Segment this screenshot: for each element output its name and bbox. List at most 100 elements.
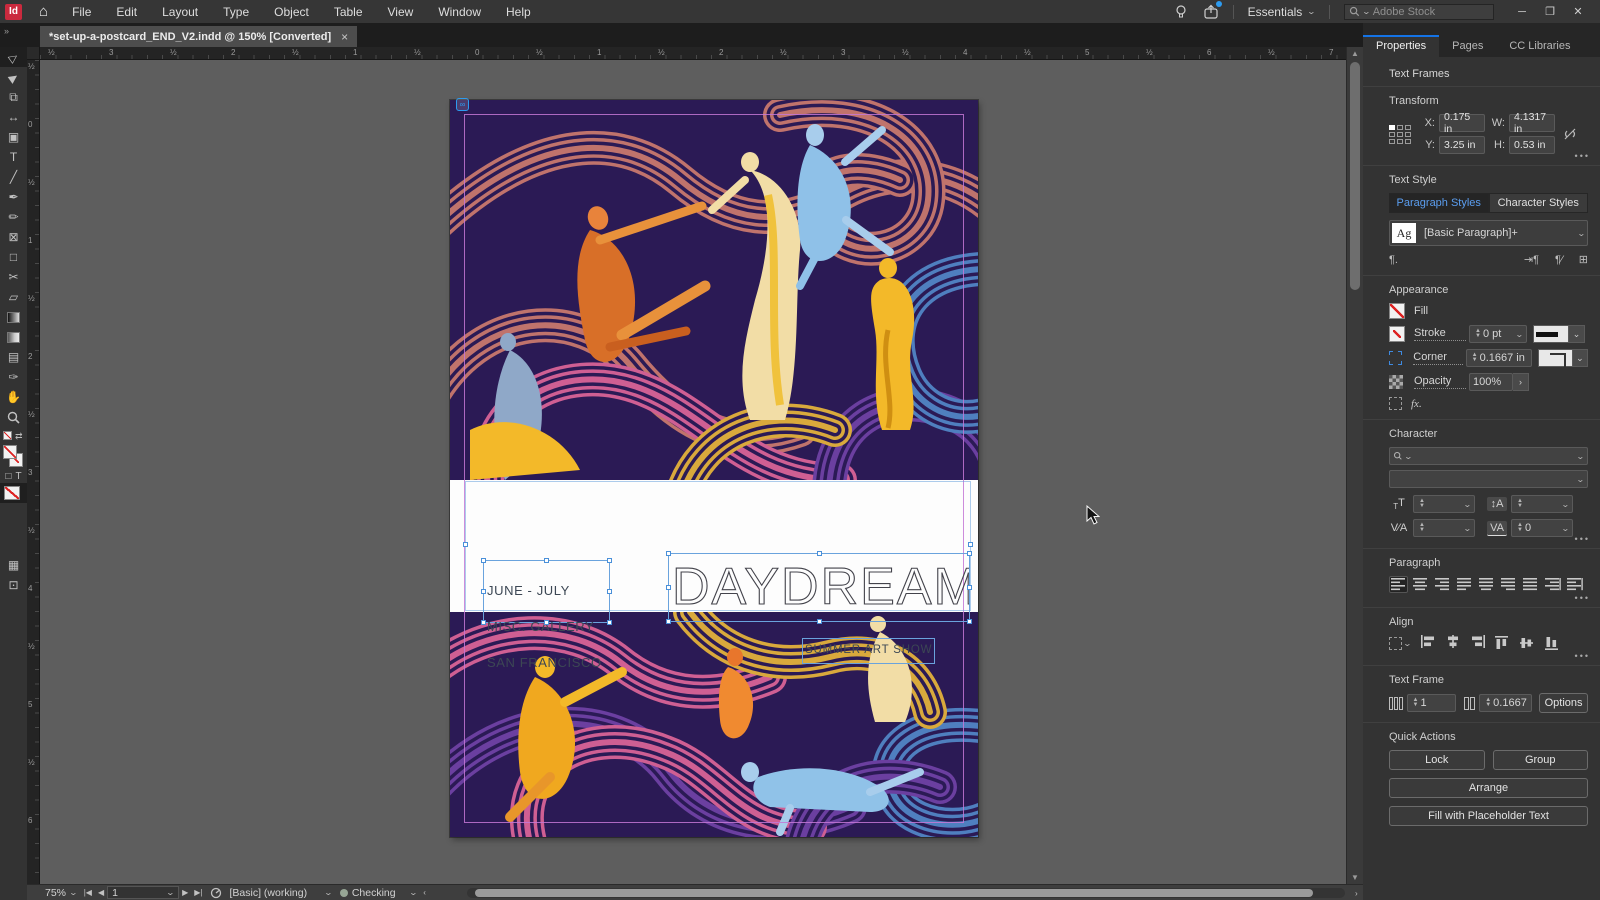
postcard-page[interactable] [450,100,978,837]
character-more-options[interactable]: ••• [1575,534,1590,544]
align-horizontal-centers-icon[interactable] [1445,635,1461,651]
canvas-pasteboard[interactable]: JUNE - JULY MISC. GALLERY SAN FRANCISCO … [40,60,1346,884]
opacity-expand-arrow[interactable]: › [1513,373,1529,391]
gutter-field[interactable]: ▲ ▼ 0.1667 [1479,694,1533,712]
restore-button[interactable]: ❐ [1536,0,1564,23]
transform-more-options[interactable]: ••• [1575,151,1590,161]
justify-last-right-icon[interactable] [1499,576,1518,593]
indesign-logo[interactable]: Id [5,3,22,20]
new-style-icon[interactable]: ⊞ [1579,253,1588,266]
document-tab[interactable]: *set-up-a-postcard_END_V2.indd @ 150% [C… [40,26,358,47]
vertical-ruler[interactable]: ½ 0 ½ 1 ½ 2 ½ 3 ½ 4 ½ 5 ½ 6 [27,60,40,900]
align-center-icon[interactable] [1411,576,1430,593]
vertical-scrollbar[interactable]: ▲ ▼ [1346,47,1363,884]
view-options-icon[interactable]: ▦ [0,555,27,575]
ruler-origin-corner[interactable] [27,47,40,60]
object-effects-icon[interactable] [1389,397,1402,410]
menu-view[interactable]: View [388,5,414,19]
fill-swatch[interactable] [1389,303,1405,319]
justify-all-icon[interactable] [1521,576,1540,593]
formatting-affects-text-icon[interactable]: T [15,471,21,482]
align-more-options[interactable]: ••• [1575,651,1590,661]
w-field[interactable]: 4.1317 in [1509,111,1555,135]
gradient-swatch-tool-icon[interactable] [0,307,27,327]
previous-page-button[interactable]: ◀ [95,888,107,897]
tab-properties[interactable]: Properties [1363,35,1440,57]
zoom-tool-icon[interactable] [0,407,27,427]
h-field[interactable]: 0.53 in [1509,136,1555,154]
page-tool-icon[interactable]: ⧉ [0,87,27,107]
menu-edit[interactable]: Edit [116,5,137,19]
align-right-icon[interactable] [1433,576,1452,593]
opacity-field[interactable]: 100% [1469,373,1513,391]
align-vertical-centers-icon[interactable] [1519,635,1536,651]
fill-color-swatch[interactable] [3,445,17,459]
first-page-button[interactable]: |◀ [81,888,95,897]
tab-close-icon[interactable]: × [341,30,348,44]
arrange-button[interactable]: Arrange [1389,778,1588,798]
font-size-field[interactable]: ▲ ▼ ⌄ [1413,495,1475,513]
scroll-right-icon[interactable]: › [1352,889,1361,898]
lock-button[interactable]: Lock [1389,750,1485,770]
justify-last-left-icon[interactable] [1455,576,1474,593]
tab-cc-libraries[interactable]: CC Libraries [1496,35,1583,57]
screen-mode-icon[interactable]: ⊡ [0,575,27,595]
text-frame-options-button[interactable]: Options [1539,693,1588,713]
page-number-field[interactable]: 1 ⌄ [107,886,180,899]
paragraph-more-options[interactable]: ••• [1575,593,1590,603]
subtitle-text-frame[interactable]: SUMMER ART SHOW [802,638,935,664]
workspace-switcher[interactable]: Essentials ⌄ [1248,5,1317,19]
align-top-edges-icon[interactable] [1494,635,1511,651]
menu-table[interactable]: Table [334,5,363,19]
corner-style-chevron[interactable]: ⌄ [1572,349,1588,367]
default-fill-stroke-icon[interactable] [3,431,12,440]
type-tool-icon[interactable]: T [0,147,27,167]
dates-text-frame[interactable]: JUNE - JULY MISC. GALLERY SAN FRANCISCO [481,558,612,670]
panel-expand-icon[interactable]: » [4,26,9,36]
pencil-tool-icon[interactable]: ✏ [0,207,27,227]
formatting-affects-container-icon[interactable]: □ [5,471,11,482]
search-scope-chevron[interactable]: ⌄ [1362,7,1371,16]
stroke-swatch[interactable] [1389,326,1405,342]
justify-last-center-icon[interactable] [1477,576,1496,593]
apply-none-swatch[interactable] [4,486,20,500]
stroke-weight-field[interactable]: ▲ ▼ 0 pt ⌄ [1469,325,1527,343]
columns-field[interactable]: ▲ ▼ 1 [1406,694,1456,712]
scroll-down-icon[interactable]: ▼ [1351,873,1359,882]
title-text-frame[interactable]: DAYDREAM [666,551,972,624]
pen-tool-icon[interactable]: ✒ [0,187,27,207]
paragraph-styles-tab[interactable]: Paragraph Styles [1389,193,1489,213]
horizontal-scroll-thumb[interactable] [475,889,1313,897]
align-to-selector[interactable]: ⌄ [1389,636,1412,650]
gap-tool-icon[interactable]: ↔ [0,107,27,127]
align-left-edges-icon[interactable] [1420,635,1436,651]
menu-window[interactable]: Window [438,5,481,19]
reference-point-grid[interactable] [1389,124,1411,144]
menu-object[interactable]: Object [274,5,309,19]
menu-layout[interactable]: Layout [162,5,198,19]
learn-bulb-icon[interactable] [1173,4,1189,20]
constrain-proportions-icon[interactable] [1563,127,1577,141]
tracking-field[interactable]: ▲ ▼ 0 ⌄ [1511,519,1573,537]
scroll-left-icon[interactable]: ‹ [420,888,429,897]
adobe-stock-search[interactable]: ⌄ Adobe Stock [1344,3,1494,20]
gradient-feather-tool-icon[interactable] [0,327,27,347]
align-right-edges-icon[interactable] [1470,635,1486,651]
preflight-profile[interactable]: [Basic] (working) ⌄ [226,887,336,899]
align-away-spine-icon[interactable] [1565,576,1584,593]
scroll-up-icon[interactable]: ▲ [1351,49,1359,58]
font-style-dropdown[interactable]: ⌄ [1389,470,1588,488]
vertical-scroll-thumb[interactable] [1350,62,1360,290]
scissors-tool-icon[interactable]: ✂ [0,267,27,287]
free-transform-tool-icon[interactable]: ▱ [0,287,27,307]
eyedropper-tool-icon[interactable]: ✑ [0,367,27,387]
zoom-level-control[interactable]: 75% ⌄ [41,887,81,899]
opacity-label[interactable]: Opacity [1414,375,1466,389]
stroke-label[interactable]: Stroke [1414,327,1466,341]
share-icon[interactable] [1203,0,1222,20]
leading-field[interactable]: ▲ ▼ ⌄ [1511,495,1573,513]
menu-type[interactable]: Type [223,5,249,19]
fill-with-placeholder-button[interactable]: Fill with Placeholder Text [1389,806,1588,826]
note-tool-icon[interactable]: ▤ [0,347,27,367]
hand-tool-icon[interactable]: ✋ [0,387,27,407]
